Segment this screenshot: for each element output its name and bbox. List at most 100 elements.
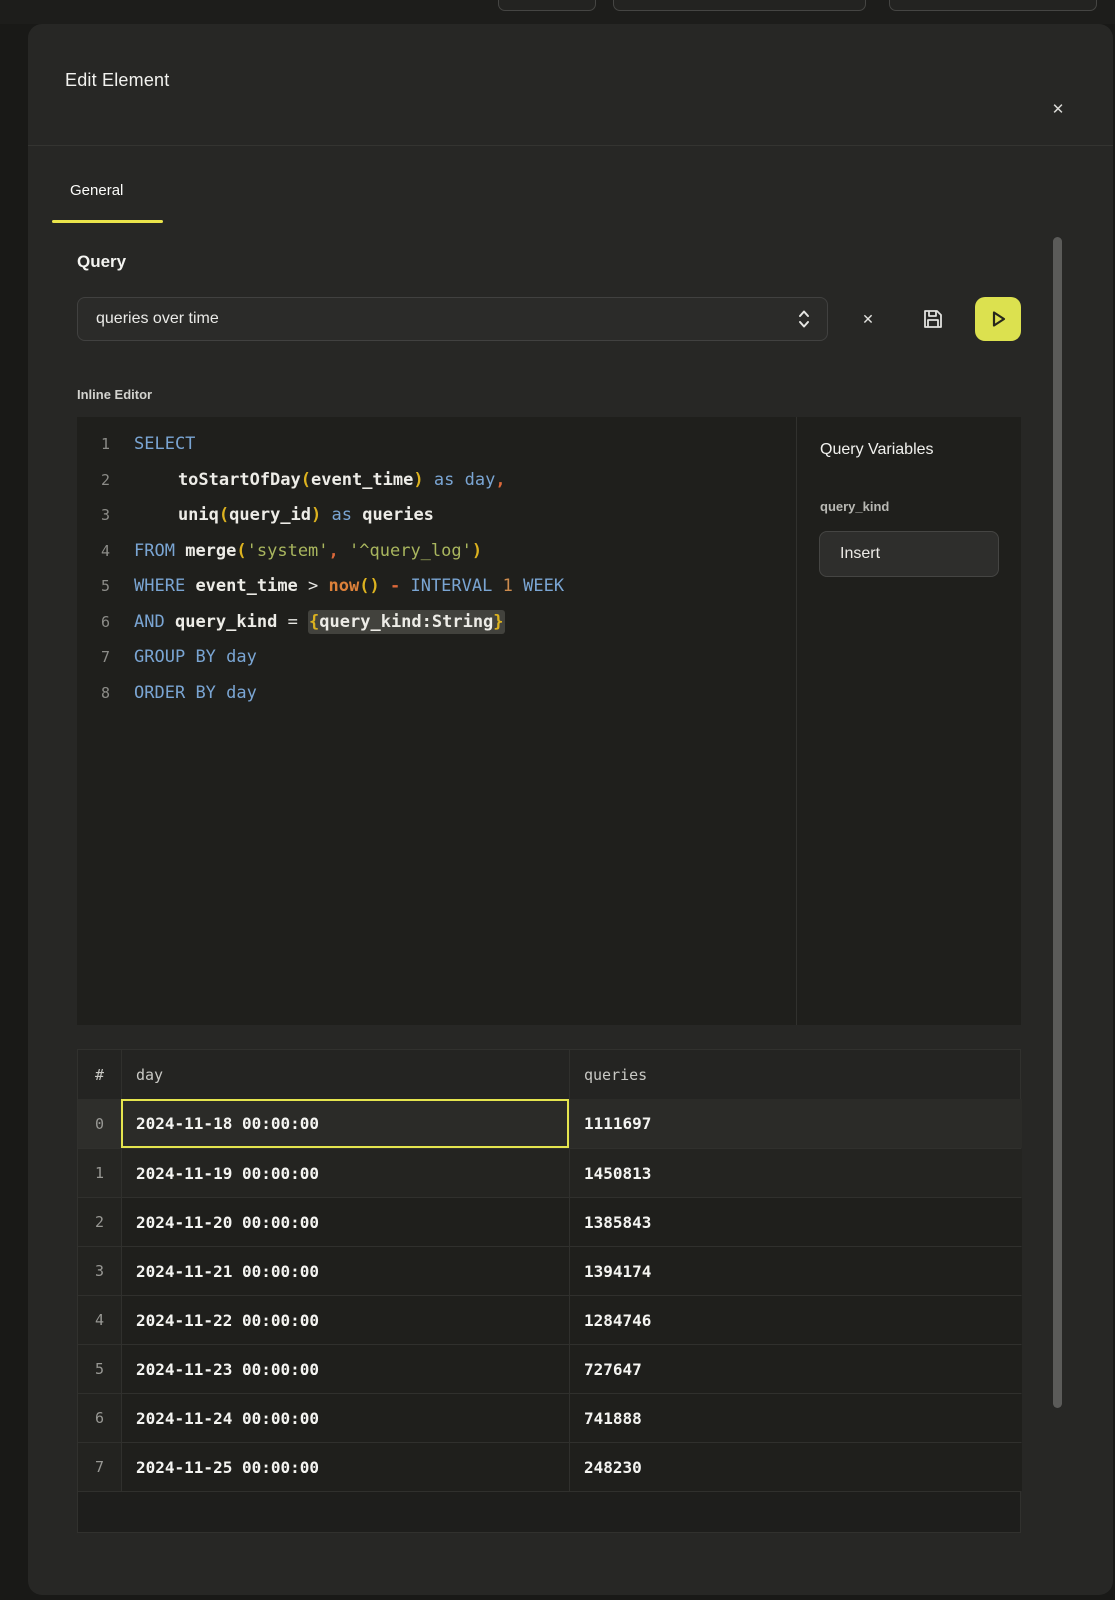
queries-cell[interactable]: 727647 (569, 1345, 1022, 1393)
results-table-header: # day queries (78, 1050, 1020, 1099)
inline-editor-label: Inline Editor (77, 387, 152, 402)
token-punct: , (329, 541, 339, 561)
row-index-cell[interactable]: 0 (78, 1099, 121, 1148)
token-kw: as (332, 505, 352, 525)
row-index-cell[interactable]: 3 (78, 1247, 121, 1295)
token-kw: as (434, 470, 454, 490)
token-plain (321, 505, 331, 525)
line-number: 1 (77, 427, 110, 463)
row-index-cell[interactable]: 1 (78, 1149, 121, 1197)
tab-active-underline (52, 220, 163, 223)
column-header-queries: queries (569, 1050, 1022, 1099)
token-plain (513, 576, 523, 596)
day-cell[interactable]: 2024-11-25 00:00:00 (121, 1443, 569, 1491)
day-cell[interactable]: 2024-11-18 00:00:00 (121, 1099, 569, 1148)
table-row[interactable]: 22024-11-20 00:00:001385843 (78, 1197, 1020, 1246)
code-text: FROM merge('system', '^query_log') (134, 534, 482, 570)
token-plain (185, 647, 195, 667)
day-cell[interactable]: 2024-11-21 00:00:00 (121, 1247, 569, 1295)
token-fn: merge (185, 541, 236, 561)
token-punct: , (495, 470, 505, 490)
sql-code-editor[interactable]: 1SELECT2toStartOfDay(event_time) as day,… (77, 417, 796, 1025)
token-plain (424, 470, 434, 490)
queries-cell[interactable]: 1385843 (569, 1198, 1022, 1246)
chevron-up-down-icon (797, 308, 811, 330)
queries-cell[interactable]: 1450813 (569, 1149, 1022, 1197)
vertical-scrollbar-thumb[interactable] (1053, 237, 1062, 1408)
token-fn: query_kind (175, 612, 277, 632)
token-plain (339, 541, 349, 561)
table-row[interactable]: 12024-11-19 00:00:001450813 (78, 1148, 1020, 1197)
queries-cell[interactable]: 1394174 (569, 1247, 1022, 1295)
token-paren: { (309, 612, 319, 632)
token-plain: > (298, 576, 329, 596)
queries-cell[interactable]: 248230 (569, 1443, 1022, 1491)
token-kw: day (226, 683, 257, 703)
token-kw: day (465, 470, 496, 490)
sql-editor-container: 1SELECT2toStartOfDay(event_time) as day,… (77, 417, 1021, 1025)
query-variables-panel: Query Variables query_kind Insert (797, 417, 1021, 1025)
code-line: 4 FROM merge('system', '^query_log') (77, 534, 796, 570)
table-row[interactable]: 02024-11-18 00:00:001111697 (78, 1099, 1020, 1148)
code-text: toStartOfDay(event_time) as day, (134, 463, 506, 499)
row-index-cell[interactable]: 2 (78, 1198, 121, 1246)
token-paren: ) (311, 505, 321, 525)
line-number: 5 (77, 569, 110, 605)
line-number: 4 (77, 534, 110, 570)
token-plain (185, 576, 195, 596)
background-button (498, 0, 596, 11)
queries-cell[interactable]: 1284746 (569, 1296, 1022, 1344)
token-kw: WHERE (134, 576, 185, 596)
token-fn: event_time (195, 576, 297, 596)
token-orange: now (329, 576, 360, 596)
table-row[interactable]: 42024-11-22 00:00:001284746 (78, 1295, 1020, 1344)
edit-element-dialog: Edit Element ✕ General Query queries ove… (28, 24, 1113, 1595)
token-plain (165, 612, 175, 632)
token-fn: query_kind:String (319, 612, 493, 632)
token-paren: } (493, 612, 503, 632)
day-cell[interactable]: 2024-11-24 00:00:00 (121, 1394, 569, 1442)
token-kw: FROM (134, 541, 175, 561)
token-str: 'system' (247, 541, 329, 561)
day-cell[interactable]: 2024-11-23 00:00:00 (121, 1345, 569, 1393)
token-plain: = (277, 612, 308, 632)
row-index-cell[interactable]: 7 (78, 1443, 121, 1491)
code-line: 1 SELECT (77, 427, 796, 463)
day-cell[interactable]: 2024-11-20 00:00:00 (121, 1198, 569, 1246)
token-paren: ) (472, 541, 482, 561)
token-kw: SELECT (134, 434, 195, 454)
save-query-button[interactable] (916, 302, 950, 336)
token-fn: event_time (311, 470, 413, 490)
queries-cell[interactable]: 1111697 (569, 1099, 1022, 1148)
row-index-cell[interactable]: 4 (78, 1296, 121, 1344)
day-cell[interactable]: 2024-11-19 00:00:00 (121, 1149, 569, 1197)
tab-general[interactable]: General (70, 182, 123, 199)
floppy-save-icon (921, 307, 945, 331)
column-header-day: day (121, 1050, 569, 1099)
token-fn: query_id (229, 505, 311, 525)
query-variables-title: Query Variables (820, 441, 934, 459)
table-row[interactable]: 32024-11-21 00:00:001394174 (78, 1246, 1020, 1295)
table-row[interactable]: 52024-11-23 00:00:00727647 (78, 1344, 1020, 1393)
day-cell[interactable]: 2024-11-22 00:00:00 (121, 1296, 569, 1344)
code-line: 6 AND query_kind = {query_kind:String} (77, 605, 796, 641)
query-select-value: queries over time (96, 310, 797, 328)
token-kw: GROUP (134, 647, 185, 667)
clear-query-button[interactable]: ✕ (851, 302, 885, 336)
insert-variable-button[interactable]: Insert (819, 531, 999, 577)
query-select[interactable]: queries over time (77, 297, 828, 341)
close-icon[interactable]: ✕ (1044, 95, 1072, 123)
table-row[interactable]: 72024-11-25 00:00:00248230 (78, 1442, 1020, 1491)
token-kw: day (226, 647, 257, 667)
token-fn: queries (362, 505, 434, 525)
token-kw: AND (134, 612, 165, 632)
row-index-cell[interactable]: 6 (78, 1394, 121, 1442)
run-query-button[interactable] (975, 297, 1021, 341)
queries-cell[interactable]: 741888 (569, 1394, 1022, 1442)
row-index-cell[interactable]: 5 (78, 1345, 121, 1393)
table-row[interactable]: 62024-11-24 00:00:00741888 (78, 1393, 1020, 1442)
background-input (613, 0, 866, 11)
code-text: uniq(query_id) as queries (134, 498, 434, 534)
line-number: 6 (77, 605, 110, 641)
token-str: '^query_log' (349, 541, 472, 561)
